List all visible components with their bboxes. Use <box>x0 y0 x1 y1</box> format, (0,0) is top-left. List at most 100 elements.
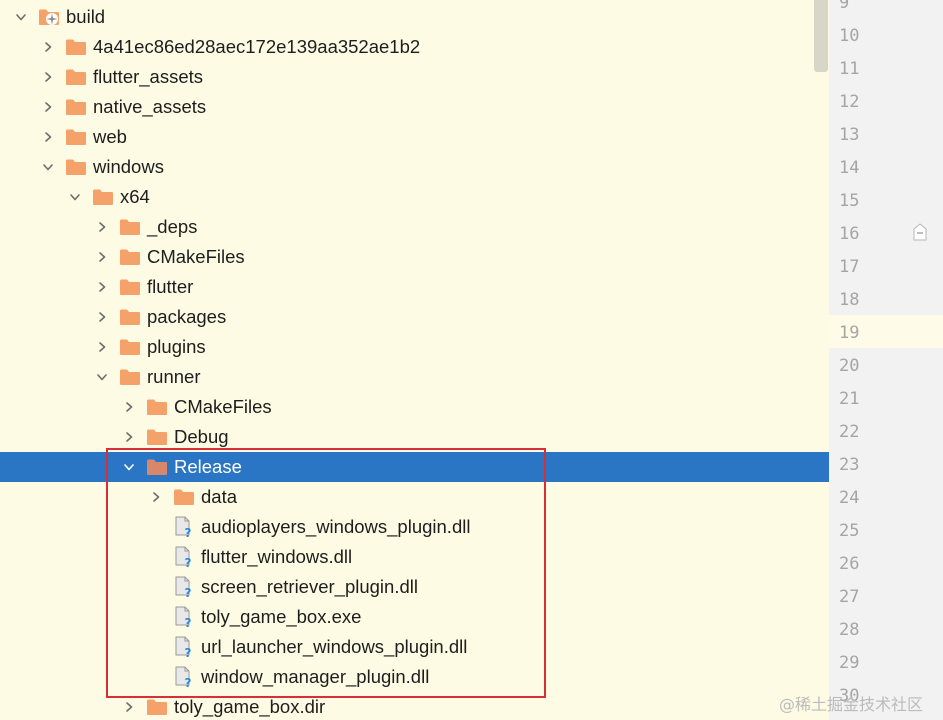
unknown-file-icon: ? <box>173 636 195 658</box>
chevron-right-icon[interactable] <box>39 98 57 116</box>
tree-item-label: toly_game_box.exe <box>201 606 362 627</box>
tree-item-file[interactable]: ? window_manager_plugin.dll <box>0 662 829 692</box>
tree-item-file[interactable]: ? audioplayers_windows_plugin.dll <box>0 512 829 542</box>
tree-item-folder[interactable]: CMakeFiles <box>0 242 829 272</box>
tree-item-label: window_manager_plugin.dll <box>201 666 430 687</box>
tree-item-folder[interactable]: _deps <box>0 212 829 242</box>
chevron-down-icon[interactable] <box>66 188 84 206</box>
svg-text:?: ? <box>185 556 192 568</box>
chevron-right-icon[interactable] <box>120 398 138 416</box>
svg-text:?: ? <box>185 646 192 658</box>
folder-icon <box>146 698 168 716</box>
build-folder-icon <box>38 8 60 26</box>
folder-icon <box>65 98 87 116</box>
chevron-right-icon[interactable] <box>39 68 57 86</box>
tree-item-folder[interactable]: packages <box>0 302 829 332</box>
tree-scrollbar-thumb[interactable] <box>814 0 828 72</box>
tree-item-label: build <box>66 6 106 27</box>
tree-item-label: _deps <box>147 216 198 237</box>
chevron-right-icon[interactable] <box>147 488 165 506</box>
line-number: 14 <box>839 158 860 178</box>
chevron-down-icon[interactable] <box>120 458 138 476</box>
tree-item-folder[interactable]: windows <box>0 152 829 182</box>
svg-text:?: ? <box>185 676 192 688</box>
tree-item-folder[interactable]: plugins <box>0 332 829 362</box>
folder-icon <box>146 398 168 416</box>
chevron-right-icon[interactable] <box>93 278 111 296</box>
chevron-right-icon[interactable] <box>120 428 138 446</box>
tree-item-folder[interactable]: x64 <box>0 182 829 212</box>
tree-item-label: web <box>93 126 127 147</box>
chevron-down-icon[interactable] <box>93 368 111 386</box>
svg-text:?: ? <box>185 586 192 598</box>
folder-icon <box>119 218 141 236</box>
unknown-file-icon: ? <box>173 666 195 688</box>
chevron-right-icon[interactable] <box>39 128 57 146</box>
tree-item-folder[interactable]: flutter_assets <box>0 62 829 92</box>
line-number: 9 <box>839 0 850 13</box>
tree-item-folder[interactable]: CMakeFiles <box>0 392 829 422</box>
chevron-right-icon[interactable] <box>93 248 111 266</box>
tree-item-label: native_assets <box>93 96 207 117</box>
tree-item-folder[interactable]: build <box>0 2 829 32</box>
line-number: 23 <box>839 455 860 475</box>
folder-icon <box>119 278 141 296</box>
editor-gutter: 9 10 11 12 13 14 15 16 17 18 19 20 21 22 23 24 25 26 27 28 2… <box>829 0 943 720</box>
folder-icon <box>173 488 195 506</box>
chevron-right-icon[interactable] <box>93 308 111 326</box>
tree-item-label: CMakeFiles <box>147 246 245 267</box>
tree-item-no-toggle <box>147 518 165 536</box>
project-tree: build 4a41ec86ed28aec172e139aa352ae1b2 flu… <box>0 0 829 720</box>
tree-item-folder[interactable]: flutter <box>0 272 829 302</box>
tree-item-label: runner <box>147 366 201 387</box>
chevron-right-icon[interactable] <box>120 698 138 716</box>
tree-item-folder[interactable]: Debug <box>0 422 829 452</box>
chevron-down-icon[interactable] <box>12 8 30 26</box>
tree-item-folder[interactable]: native_assets <box>0 92 829 122</box>
tree-item-file[interactable]: ? flutter_windows.dll <box>0 542 829 572</box>
tree-item-file[interactable]: ? toly_game_box.exe <box>0 602 829 632</box>
line-number: 22 <box>839 422 860 442</box>
fold-marker-icon[interactable] <box>912 223 928 246</box>
tree-item-label: plugins <box>147 336 206 357</box>
line-number: 24 <box>839 488 860 508</box>
tree-item-label: Debug <box>174 426 229 447</box>
line-number: 19 <box>839 323 860 343</box>
unknown-file-icon: ? <box>173 606 195 628</box>
chevron-right-icon[interactable] <box>93 338 111 356</box>
tree-item-label: flutter_windows.dll <box>201 546 353 567</box>
tree-item-file[interactable]: ? url_launcher_windows_plugin.dll <box>0 632 829 662</box>
line-number: 12 <box>839 92 860 112</box>
chevron-down-icon[interactable] <box>39 158 57 176</box>
tree-item-folder[interactable]: runner <box>0 362 829 392</box>
line-number: 27 <box>839 587 860 607</box>
tree-item-no-toggle <box>147 668 165 686</box>
tree-item-no-toggle <box>147 608 165 626</box>
chevron-right-icon[interactable] <box>93 218 111 236</box>
tree-item-file[interactable]: ? screen_retriever_plugin.dll <box>0 572 829 602</box>
tree-item-label: Release <box>174 456 242 477</box>
tree-item-label: packages <box>147 306 227 327</box>
tree-item-folder[interactable]: Release <box>0 452 829 482</box>
line-number: 11 <box>839 59 860 79</box>
tree-item-folder[interactable]: data <box>0 482 829 512</box>
unknown-file-icon: ? <box>173 516 195 538</box>
tree-item-label: flutter_assets <box>93 66 204 87</box>
folder-icon <box>119 308 141 326</box>
folder-icon <box>119 248 141 266</box>
tree-item-folder[interactable]: web <box>0 122 829 152</box>
folder-icon <box>119 368 141 386</box>
tree-item-folder[interactable]: 4a41ec86ed28aec172e139aa352ae1b2 <box>0 32 829 62</box>
line-number: 29 <box>839 653 860 673</box>
svg-text:?: ? <box>185 526 192 538</box>
line-number: 20 <box>839 356 860 376</box>
folder-icon <box>146 458 168 476</box>
tree-item-folder[interactable]: toly_game_box.dir <box>0 692 829 720</box>
folder-icon <box>146 428 168 446</box>
tree-item-label: CMakeFiles <box>174 396 272 417</box>
chevron-right-icon[interactable] <box>39 38 57 56</box>
line-number: 28 <box>839 620 860 640</box>
line-number: 13 <box>839 125 860 145</box>
tree-item-no-toggle <box>147 578 165 596</box>
line-number: 16 <box>839 224 860 244</box>
